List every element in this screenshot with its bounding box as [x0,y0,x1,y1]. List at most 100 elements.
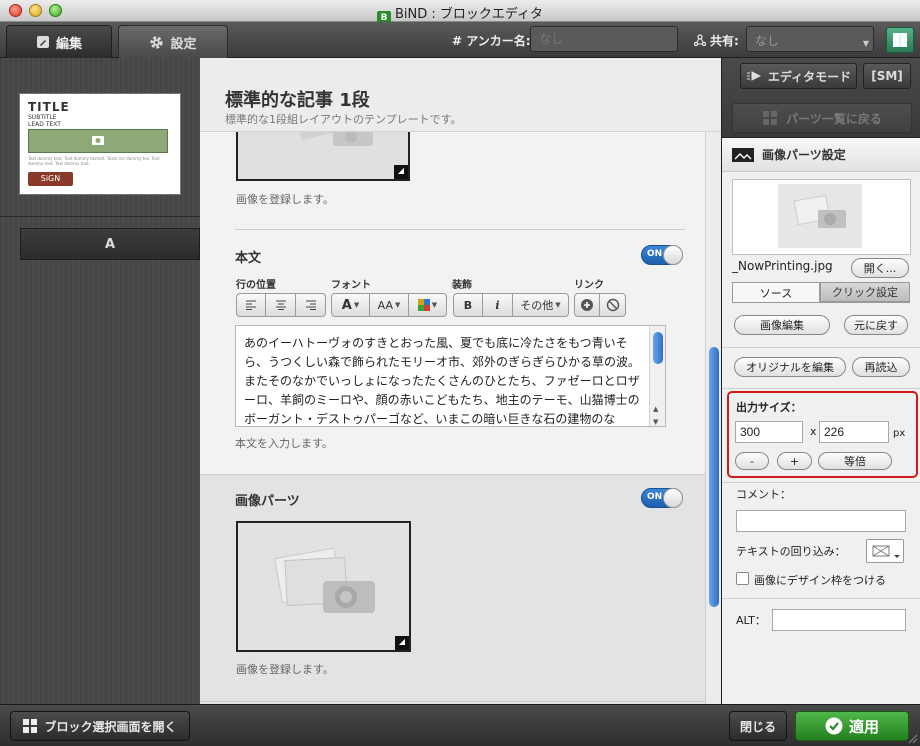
thumb-body-text: Text dummy text. Text dummy textext. Tex… [28,156,160,166]
parts-back-button[interactable]: パーツ一覧に戻る [732,103,912,133]
chevron-down-icon: ▼ [394,301,401,309]
edit-original-button[interactable]: オリジナルを編集 [734,357,846,377]
block-list-panel: TITLE SUBTITLE LEAD TEXT Text dummy text… [0,58,200,704]
comment-input[interactable] [736,510,906,532]
section-separator [200,701,707,702]
image-placeholder-icon [274,547,375,613]
font-size-button[interactable]: AA ▼ [370,293,409,317]
image-toggle[interactable]: ON [641,488,683,508]
decrease-size-button[interactable]: - [735,452,769,470]
link-remove-icon [606,298,619,312]
text-wrap-label: テキストの回り込み： [736,545,846,558]
body-toggle-knob [663,245,683,265]
image-parts-settings-header: 画像パーツ設定 [722,138,920,172]
link-add-icon [581,299,593,311]
share-label: 共有: [710,34,739,48]
body-section-title: 本文 [235,251,262,266]
font-family-label: A [341,297,352,313]
edit-image-button[interactable]: 画像編集 [734,315,830,335]
anchor-input[interactable] [530,26,678,52]
font-color-button[interactable]: ▼ [409,293,447,317]
tab-click-settings[interactable]: クリック設定 [820,282,910,302]
body-textarea[interactable]: あのイーハトーヴォのすきとおった風、夏でも底に冷たさをもつ青いそら、うつくしい森… [235,325,666,427]
image-hint-bottom: 画像を登録します。 [236,663,334,676]
px-unit: px [893,428,906,439]
parts-settings-panel: エディタモード [SM] パーツ一覧に戻る 画像パーツ設定 _NowPrinti… [721,58,920,704]
alt-label: ALT： [736,614,766,627]
comment-label: コメント： [736,488,791,501]
tab-underline [732,302,910,303]
open-file-button[interactable]: 開く... [851,258,909,278]
image-box[interactable]: ◢ [236,521,411,652]
divider [0,216,200,217]
actual-size-button[interactable]: 等倍 [818,452,892,470]
chevron-down-icon: ▼ [862,39,869,48]
image-preview [732,179,911,255]
tab-settings[interactable]: 設定 [118,25,228,58]
bold-button[interactable]: B [453,293,483,317]
other-decoration-button[interactable]: その他 ▼ [513,293,569,317]
book-button[interactable] [886,27,914,53]
body-toggle-label: ON [647,249,663,259]
revert-button[interactable]: 元に戻す [844,315,908,335]
editor-scrollbar[interactable]: ▲ ▼ [705,132,721,704]
pencil-icon [36,36,49,48]
align-left-button[interactable] [236,293,266,317]
arrow-right-icon [746,71,762,81]
design-frame-checkbox[interactable] [736,572,749,585]
grid-icon [763,111,778,125]
tab-source[interactable]: ソース [732,282,820,302]
image-resize-icon[interactable]: ◢ [394,165,408,179]
letter-tab-a[interactable]: A [20,228,200,260]
thumb-subtitle-text: SUBTITLE [28,114,57,121]
grid-icon [23,718,38,733]
book-icon [893,33,907,47]
close-button[interactable]: 閉じる [729,711,787,741]
section-title: 画像パーツ設定 [762,148,846,162]
section-separator [235,229,685,230]
increase-size-button[interactable]: + [777,452,812,470]
image-resize-icon[interactable]: ◢ [395,636,409,650]
block-editor-area: ◢ 標準的な記事 1段 標準的な1段組レイアウトのテンプレートです。 画像を登録… [200,58,721,704]
align-right-button[interactable] [296,293,326,317]
scroll-down-icon[interactable]: ▼ [653,413,658,426]
image-hint-top: 画像を登録します。 [236,193,334,206]
sm-button[interactable]: [SM] [863,63,911,89]
body-scrollbar[interactable]: ▲ ▼ [649,326,665,426]
design-frame-label: 画像にデザイン枠をつける [754,574,886,587]
tab-edit[interactable]: 編集 [6,25,112,58]
remove-link-button[interactable] [600,293,626,317]
open-block-select-button[interactable]: ブロック選択画面を開く [10,711,190,741]
text-wrap-select[interactable] [866,539,904,563]
text-wrap-icon [872,545,900,558]
height-input[interactable] [819,421,889,443]
reload-button[interactable]: 再読込 [852,357,910,377]
add-link-button[interactable] [574,293,600,317]
editor-scroll-thumb[interactable] [709,347,719,607]
color-swatch-icon [417,299,430,311]
block-thumbnail[interactable]: TITLE SUBTITLE LEAD TEXT Text dummy text… [19,93,181,195]
apply-button[interactable]: 適用 [795,711,909,741]
link-group-label: リンク [574,280,604,291]
alt-input[interactable] [772,609,906,631]
align-center-icon [275,300,286,310]
resize-grip-icon[interactable] [906,732,918,744]
editor-mode-label: エディタモード [767,69,852,84]
apply-label: 適用 [848,717,879,736]
page-title: 標準的な記事 1段 [225,90,370,111]
italic-button[interactable]: i [483,293,513,317]
editor-mode-button[interactable]: エディタモード [740,63,857,89]
image-toggle-label: ON [647,492,663,502]
body-hint: 本文を入力します。 [235,437,333,450]
thumb-subtitle: SUBTITLE LEAD TEXT [28,114,61,128]
open-block-select-label: ブロック選択画面を開く [44,719,177,734]
width-input[interactable] [735,421,803,443]
body-scroll-thumb[interactable] [653,332,663,364]
other-decoration-label: その他 [520,299,554,312]
alignment-group-label: 行の位置 [236,280,276,291]
font-family-button[interactable]: A ▼ [331,293,370,317]
body-toggle[interactable]: ON [641,245,683,265]
align-center-button[interactable] [266,293,296,317]
share-select[interactable]: なし ▼ [746,26,874,52]
align-left-icon [246,300,256,310]
